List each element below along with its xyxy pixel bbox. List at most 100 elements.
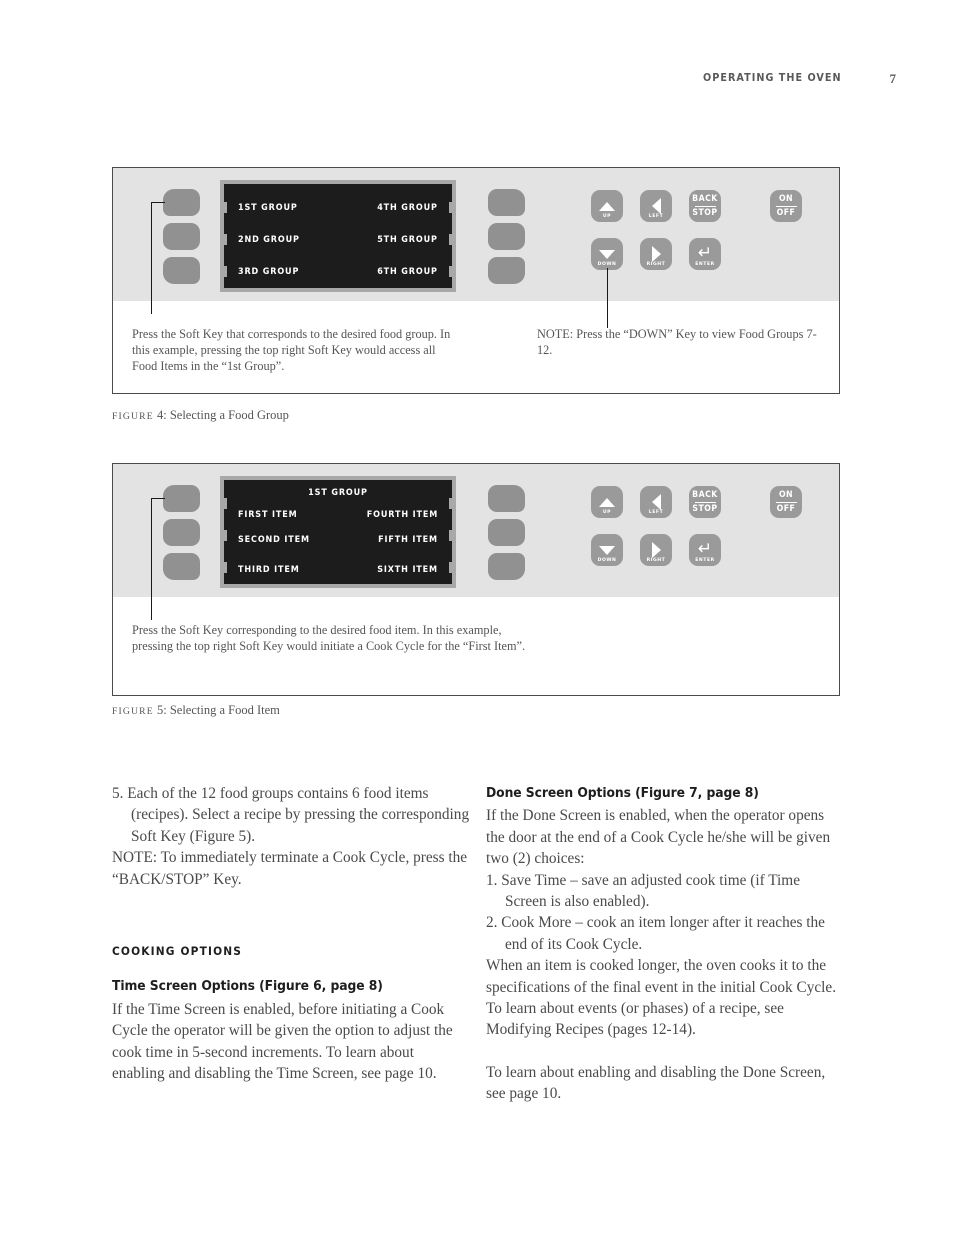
off-label: OFF <box>776 504 796 514</box>
up-key[interactable]: UP <box>591 190 623 222</box>
lcd-tab-left-1 <box>220 202 227 213</box>
lcd-item-fourth: FOURTH ITEM <box>366 510 438 520</box>
soft-key-right-1[interactable] <box>488 485 525 512</box>
leader-line-softkey-horizontal <box>151 498 165 499</box>
arrow-up-icon <box>591 494 623 510</box>
lcd-tab-right-2 <box>449 530 456 541</box>
left-key[interactable]: LEFT <box>640 486 672 518</box>
body-paragraph-2: When an item is cooked longer, the oven … <box>486 957 837 1039</box>
leader-line-softkey-vertical <box>151 498 152 620</box>
back-stop-key-labels: BACK STOP <box>689 490 721 514</box>
soft-key-left-3[interactable] <box>163 257 200 284</box>
body-choice-2: 2. Cook More – cook an item longer after… <box>486 914 825 953</box>
figure-4-label-prefix: Figure <box>112 411 154 422</box>
oven-control-panel-figure-4: 1ST GROUP 4TH GROUP 2ND GROUP 5TH GROUP … <box>113 168 839 308</box>
enter-key[interactable]: ↵ ENTER <box>689 238 721 270</box>
heading-done-screen-options: Done Screen Options (Figure 7, page 8) <box>486 786 759 801</box>
down-key[interactable]: DOWN <box>591 534 623 566</box>
body-item-5: 5. Each of the 12 food groups contains 6… <box>112 785 470 845</box>
lcd-item-group-5: 5TH GROUP <box>377 235 438 245</box>
lcd-display-figure-5: 1ST GROUP FIRST ITEM FOURTH ITEM SECOND … <box>220 480 456 584</box>
lcd-item-group-4: 4TH GROUP <box>377 203 438 213</box>
body-note-back-stop: NOTE: To immediately terminate a Cook Cy… <box>112 849 468 888</box>
soft-key-left-1[interactable] <box>163 189 200 216</box>
on-off-key-labels: ON OFF <box>770 490 802 514</box>
figure-5-label-text: 5: Selecting a Food Item <box>156 703 280 717</box>
soft-key-left-1[interactable] <box>163 485 200 512</box>
soft-key-right-2[interactable] <box>488 519 525 546</box>
right-key[interactable]: RIGHT <box>640 534 672 566</box>
lcd-tab-right-3 <box>449 266 456 277</box>
lcd-item-fifth: FIFTH ITEM <box>378 535 438 545</box>
body-column-left: 5. Each of the 12 food groups contains 6… <box>112 783 470 1084</box>
right-key-label: RIGHT <box>646 558 666 563</box>
soft-key-left-2[interactable] <box>163 519 200 546</box>
figure-5-label-prefix: Figure <box>112 706 154 717</box>
soft-key-left-3[interactable] <box>163 553 200 580</box>
down-key[interactable]: DOWN <box>591 238 623 270</box>
lcd-tab-right-3 <box>449 562 456 573</box>
lcd-tab-left-1 <box>220 498 227 509</box>
leader-line-down-key <box>607 268 608 328</box>
panel-divider-strip <box>113 305 839 308</box>
figure-5-label: Figure 5: Selecting a Food Item <box>112 703 280 718</box>
back-stop-key-labels: BACK STOP <box>689 194 721 218</box>
header-title: OPERATING THE OVEN <box>703 72 842 84</box>
up-key[interactable]: UP <box>591 486 623 518</box>
soft-key-right-1[interactable] <box>488 189 525 216</box>
page-header: OPERATING THE OVEN 7 <box>0 71 954 92</box>
lcd-item-group-6: 6TH GROUP <box>377 267 438 277</box>
lcd-tab-right-2 <box>449 234 456 245</box>
right-key[interactable]: RIGHT <box>640 238 672 270</box>
heading-time-screen-options: Time Screen Options (Figure 6, page 8) <box>112 979 383 995</box>
lcd-item-third: THIRD ITEM <box>238 565 300 575</box>
left-key-label: LEFT <box>648 214 664 219</box>
body-choice-1: 1. Save Time – save an adjusted cook tim… <box>486 871 800 911</box>
body-time-screen: If the Time Screen is enabled, before in… <box>112 1000 453 1083</box>
key-divider-rule <box>775 501 797 503</box>
on-off-key[interactable]: ON OFF <box>770 486 802 518</box>
key-divider-rule <box>694 205 716 207</box>
arrow-down-icon <box>591 542 623 558</box>
soft-key-right-2[interactable] <box>488 223 525 250</box>
lcd-item-second: SECOND ITEM <box>238 535 310 545</box>
heading-cooking-options: COOKING OPTIONS <box>112 944 243 959</box>
figure-4-note: NOTE: Press the “DOWN” Key to view Food … <box>537 327 817 358</box>
on-off-key[interactable]: ON OFF <box>770 190 802 222</box>
lcd-item-group-3: 3RD GROUP <box>238 267 300 277</box>
figure-5-caption: Press the Soft Key corresponding to the … <box>132 623 526 654</box>
left-key[interactable]: LEFT <box>640 190 672 222</box>
body-done-screen-intro: If the Done Screen is enabled, when the … <box>486 807 831 868</box>
stop-label: STOP <box>692 504 718 514</box>
stop-label: STOP <box>692 208 718 218</box>
body-column-right: Done Screen Options (Figure 7, page 8) I… <box>486 783 844 1105</box>
soft-key-right-3[interactable] <box>488 553 525 580</box>
figure-5-container: 1ST GROUP FIRST ITEM FOURTH ITEM SECOND … <box>112 463 840 696</box>
panel-divider-strip <box>113 601 839 604</box>
lcd-bezel-figure-4: 1ST GROUP 4TH GROUP 2ND GROUP 5TH GROUP … <box>220 180 456 292</box>
lcd-group-title: 1ST GROUP <box>308 488 368 498</box>
left-key-label: LEFT <box>648 510 664 515</box>
enter-arrow-icon: ↵ <box>697 243 713 263</box>
lcd-item-first: FIRST ITEM <box>238 510 298 520</box>
page-number: 7 <box>889 71 897 86</box>
lcd-tab-left-2 <box>220 530 227 541</box>
back-stop-key[interactable]: BACK STOP <box>689 486 721 518</box>
on-label: ON <box>778 194 794 204</box>
back-stop-key[interactable]: BACK STOP <box>689 190 721 222</box>
soft-key-left-2[interactable] <box>163 223 200 250</box>
column-spacer <box>112 911 470 941</box>
key-divider-rule <box>694 501 716 503</box>
leader-line-softkey-horizontal <box>151 202 165 203</box>
up-key-label: UP <box>602 510 612 515</box>
lcd-tab-left-3 <box>220 562 227 573</box>
back-label: BACK <box>692 490 718 500</box>
lcd-bezel-figure-5: 1ST GROUP FIRST ITEM FOURTH ITEM SECOND … <box>220 476 456 588</box>
enter-key-label: ENTER <box>695 262 715 267</box>
right-key-label: RIGHT <box>646 262 666 267</box>
lcd-tab-left-2 <box>220 234 227 245</box>
figure-4-caption: Press the Soft Key that corresponds to t… <box>132 327 451 374</box>
soft-key-right-3[interactable] <box>488 257 525 284</box>
enter-key[interactable]: ↵ ENTER <box>689 534 721 566</box>
key-divider-rule <box>775 205 797 207</box>
